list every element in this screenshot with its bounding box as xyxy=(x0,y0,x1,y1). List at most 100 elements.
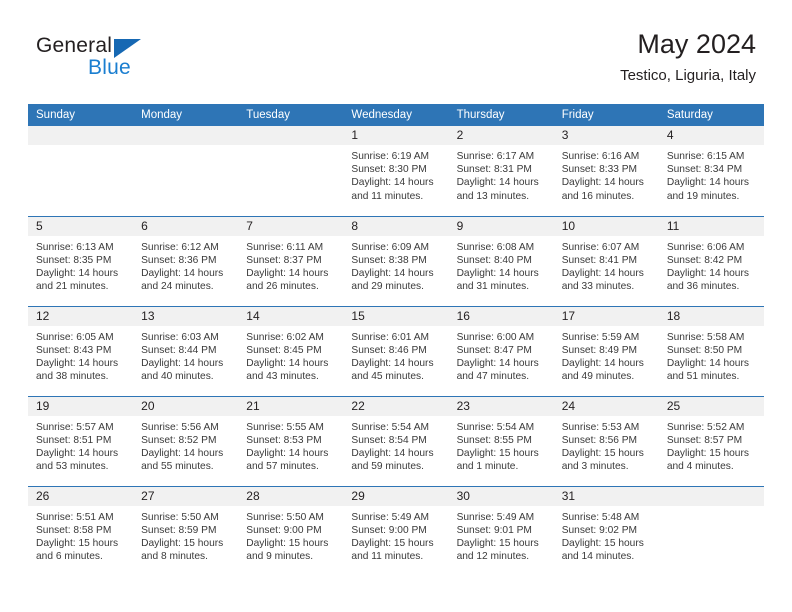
calendar-week-row: 5 Sunrise: 6:13 AM Sunset: 8:35 PM Dayli… xyxy=(28,215,764,306)
sunset-text: Sunset: 8:33 PM xyxy=(561,164,638,176)
sunset-text: Sunset: 9:00 PM xyxy=(351,524,427,536)
daylight-text: Daylight: 14 hours and 29 minutes. xyxy=(351,267,434,293)
sunset-text: Sunset: 8:34 PM xyxy=(666,164,743,176)
daylight-text: Daylight: 15 hours and 8 minutes. xyxy=(141,537,224,563)
day-number: 20 xyxy=(133,396,239,416)
sunrise-text: Sunrise: 5:59 AM xyxy=(561,331,640,343)
day-details: Sunrise: 5:48 AM Sunset: 9:02 PM Dayligh… xyxy=(554,506,659,564)
day-cell[interactable]: 26 Sunrise: 5:51 AM Sunset: 8:58 PM Dayl… xyxy=(28,485,134,576)
day-number xyxy=(133,126,239,145)
day-cell[interactable]: 6 Sunrise: 6:12 AM Sunset: 8:36 PM Dayli… xyxy=(133,215,239,306)
sunset-text: Sunset: 8:43 PM xyxy=(36,344,112,356)
sunrise-text: Sunrise: 6:09 AM xyxy=(351,241,430,253)
day-cell[interactable]: 31 Sunrise: 5:48 AM Sunset: 9:02 PM Dayl… xyxy=(553,485,659,576)
day-number: 31 xyxy=(553,486,659,506)
daylight-text: Daylight: 14 hours and 38 minutes. xyxy=(36,357,119,383)
day-number: 21 xyxy=(238,396,344,416)
calendar-page: General Blue May 2024 Testico, Liguria, … xyxy=(0,0,792,612)
day-cell[interactable]: 21 Sunrise: 5:55 AM Sunset: 8:53 PM Dayl… xyxy=(238,395,344,486)
day-details: Sunrise: 5:49 AM Sunset: 9:01 PM Dayligh… xyxy=(449,506,554,564)
day-details: Sunrise: 5:51 AM Sunset: 8:58 PM Dayligh… xyxy=(28,506,133,564)
daylight-text: Daylight: 14 hours and 55 minutes. xyxy=(141,447,224,473)
day-cell[interactable]: 11 Sunrise: 6:06 AM Sunset: 8:42 PM Dayl… xyxy=(658,215,764,306)
sunrise-text: Sunrise: 5:52 AM xyxy=(666,421,745,433)
day-number: 4 xyxy=(658,126,764,145)
day-details: Sunrise: 5:58 AM Sunset: 8:50 PM Dayligh… xyxy=(659,326,764,384)
day-details: Sunrise: 5:50 AM Sunset: 9:00 PM Dayligh… xyxy=(238,506,343,564)
day-number: 16 xyxy=(448,306,554,326)
day-cell[interactable]: 16 Sunrise: 6:00 AM Sunset: 8:47 PM Dayl… xyxy=(448,305,554,396)
day-cell[interactable] xyxy=(28,126,134,216)
day-number: 2 xyxy=(448,126,554,145)
day-cell[interactable]: 1 Sunrise: 6:19 AM Sunset: 8:30 PM Dayli… xyxy=(343,126,449,216)
sunrise-text: Sunrise: 6:03 AM xyxy=(141,331,219,343)
day-number: 30 xyxy=(448,486,554,506)
day-cell[interactable]: 24 Sunrise: 5:53 AM Sunset: 8:56 PM Dayl… xyxy=(553,395,659,486)
day-cell[interactable]: 30 Sunrise: 5:49 AM Sunset: 9:01 PM Dayl… xyxy=(448,485,554,576)
day-cell[interactable]: 8 Sunrise: 6:09 AM Sunset: 8:38 PM Dayli… xyxy=(343,215,449,306)
day-cell[interactable]: 14 Sunrise: 6:02 AM Sunset: 8:45 PM Dayl… xyxy=(238,305,344,396)
day-cell[interactable]: 12 Sunrise: 6:05 AM Sunset: 8:43 PM Dayl… xyxy=(28,305,134,396)
day-details: Sunrise: 6:12 AM Sunset: 8:36 PM Dayligh… xyxy=(133,236,238,294)
weekday-header-sunday: Sunday xyxy=(28,104,134,126)
day-cell[interactable]: 5 Sunrise: 6:13 AM Sunset: 8:35 PM Dayli… xyxy=(28,215,134,306)
sunrise-text: Sunrise: 6:17 AM xyxy=(456,151,535,162)
day-details: Sunrise: 6:19 AM Sunset: 8:30 PM Dayligh… xyxy=(343,145,448,203)
day-cell[interactable]: 7 Sunrise: 6:11 AM Sunset: 8:37 PM Dayli… xyxy=(238,215,344,306)
daylight-text: Daylight: 14 hours and 47 minutes. xyxy=(456,357,539,383)
day-number: 7 xyxy=(238,216,344,236)
daylight-text: Daylight: 14 hours and 53 minutes. xyxy=(36,447,119,473)
sunset-text: Sunset: 8:53 PM xyxy=(246,434,322,446)
day-number: 23 xyxy=(448,396,554,416)
day-number: 9 xyxy=(448,216,554,236)
day-cell[interactable]: 29 Sunrise: 5:49 AM Sunset: 9:00 PM Dayl… xyxy=(343,485,449,576)
day-cell[interactable]: 27 Sunrise: 5:50 AM Sunset: 8:59 PM Dayl… xyxy=(133,485,239,576)
day-details: Sunrise: 6:03 AM Sunset: 8:44 PM Dayligh… xyxy=(133,326,238,384)
day-details: Sunrise: 5:52 AM Sunset: 8:57 PM Dayligh… xyxy=(659,416,764,474)
day-details: Sunrise: 6:11 AM Sunset: 8:37 PM Dayligh… xyxy=(238,236,343,294)
daylight-text: Daylight: 14 hours and 45 minutes. xyxy=(351,357,434,383)
day-number: 17 xyxy=(553,306,659,326)
weekday-header-monday: Monday xyxy=(133,104,239,126)
day-cell[interactable]: 13 Sunrise: 6:03 AM Sunset: 8:44 PM Dayl… xyxy=(133,305,239,396)
sunrise-text: Sunrise: 6:02 AM xyxy=(246,331,324,343)
daylight-text: Daylight: 15 hours and 9 minutes. xyxy=(246,537,329,563)
day-cell[interactable] xyxy=(658,485,764,576)
day-cell[interactable]: 4 Sunrise: 6:15 AM Sunset: 8:34 PM Dayli… xyxy=(658,126,764,216)
day-cell[interactable]: 28 Sunrise: 5:50 AM Sunset: 9:00 PM Dayl… xyxy=(238,485,344,576)
day-details: Sunrise: 6:07 AM Sunset: 8:41 PM Dayligh… xyxy=(554,236,659,294)
sunrise-text: Sunrise: 5:55 AM xyxy=(246,421,324,433)
day-number: 3 xyxy=(553,126,659,145)
day-cell[interactable]: 19 Sunrise: 5:57 AM Sunset: 8:51 PM Dayl… xyxy=(28,395,134,486)
day-cell[interactable]: 22 Sunrise: 5:54 AM Sunset: 8:54 PM Dayl… xyxy=(343,395,449,486)
sunrise-text: Sunrise: 5:50 AM xyxy=(141,511,219,523)
day-cell[interactable]: 2 Sunrise: 6:17 AM Sunset: 8:31 PM Dayli… xyxy=(448,126,554,216)
day-cell[interactable]: 23 Sunrise: 5:54 AM Sunset: 8:55 PM Dayl… xyxy=(448,395,554,486)
day-cell[interactable]: 20 Sunrise: 5:56 AM Sunset: 8:52 PM Dayl… xyxy=(133,395,239,486)
daylight-text: Daylight: 14 hours and 19 minutes. xyxy=(666,177,749,202)
sunrise-text: Sunrise: 5:58 AM xyxy=(666,331,745,343)
day-cell[interactable]: 15 Sunrise: 6:01 AM Sunset: 8:46 PM Dayl… xyxy=(343,305,449,396)
sunset-text: Sunset: 8:30 PM xyxy=(351,164,427,176)
day-details: Sunrise: 6:00 AM Sunset: 8:47 PM Dayligh… xyxy=(449,326,554,384)
day-number: 22 xyxy=(343,396,449,416)
sunrise-text: Sunrise: 6:12 AM xyxy=(141,241,219,253)
day-cell[interactable]: 17 Sunrise: 5:59 AM Sunset: 8:49 PM Dayl… xyxy=(553,305,659,396)
sunrise-text: Sunrise: 6:08 AM xyxy=(456,241,535,253)
day-cell[interactable] xyxy=(133,126,239,216)
day-cell[interactable]: 10 Sunrise: 6:07 AM Sunset: 8:41 PM Dayl… xyxy=(553,215,659,306)
day-cell[interactable]: 9 Sunrise: 6:08 AM Sunset: 8:40 PM Dayli… xyxy=(448,215,554,306)
calendar-table: Sunday Monday Tuesday Wednesday Thursday… xyxy=(28,104,764,576)
day-cell[interactable]: 18 Sunrise: 5:58 AM Sunset: 8:50 PM Dayl… xyxy=(658,305,764,396)
day-cell[interactable]: 25 Sunrise: 5:52 AM Sunset: 8:57 PM Dayl… xyxy=(658,395,764,486)
daylight-text: Daylight: 14 hours and 57 minutes. xyxy=(246,447,329,473)
sunset-text: Sunset: 9:01 PM xyxy=(456,524,532,536)
sunset-text: Sunset: 8:58 PM xyxy=(36,524,112,536)
daylight-text: Daylight: 14 hours and 40 minutes. xyxy=(141,357,224,383)
day-number: 6 xyxy=(133,216,239,236)
day-number: 24 xyxy=(553,396,659,416)
day-cell[interactable] xyxy=(238,126,344,216)
sunset-text: Sunset: 8:40 PM xyxy=(456,254,532,266)
sunrise-text: Sunrise: 6:01 AM xyxy=(351,331,430,343)
day-cell[interactable]: 3 Sunrise: 6:16 AM Sunset: 8:33 PM Dayli… xyxy=(553,126,659,216)
